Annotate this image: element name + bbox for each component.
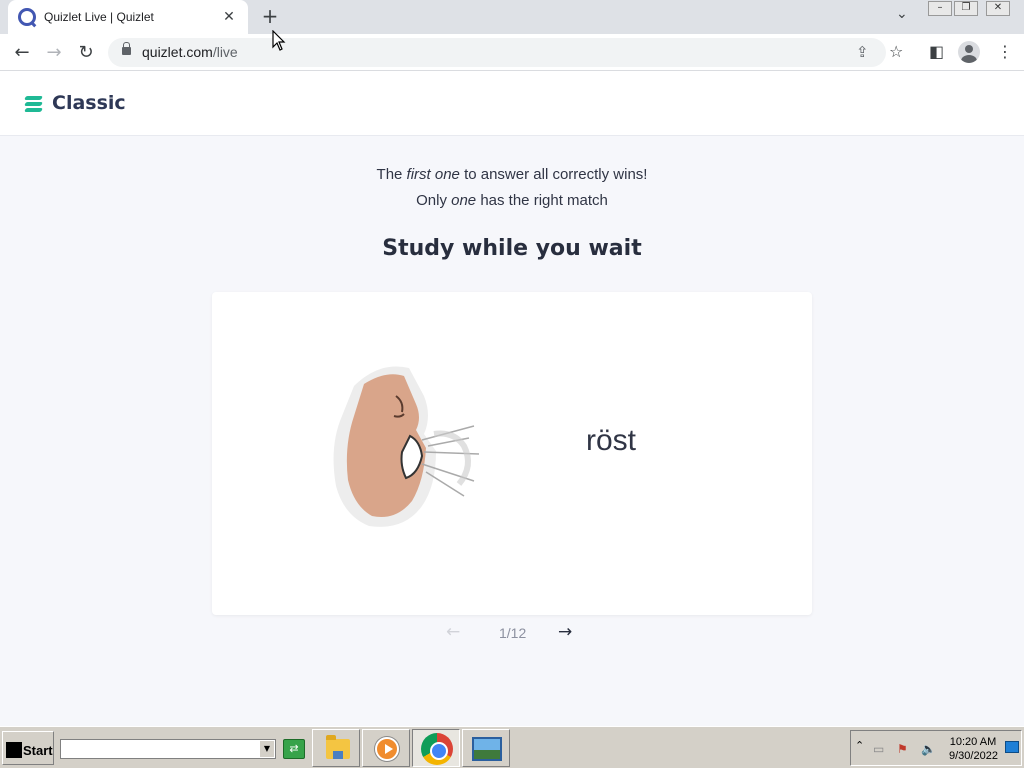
mouse-cursor-icon (272, 30, 286, 51)
tray-expand-icon[interactable]: ⌃ (855, 739, 864, 752)
flashcard-term: röst (586, 424, 637, 457)
instruction-line-2: Only one has the right match (0, 188, 1024, 214)
instruction-text: to answer all correctly wins! (459, 166, 648, 183)
window-minimize-button[interactable]: – (928, 1, 952, 16)
previous-card-arrow-icon[interactable]: ← (446, 622, 460, 642)
tab-search-chevron-icon[interactable]: ⌄ (896, 6, 908, 22)
lock-icon[interactable] (122, 42, 131, 55)
game-mode-title: Classic (52, 92, 126, 114)
bookmark-star-icon[interactable]: ☆ (889, 42, 903, 61)
show-desktop-icon[interactable] (1005, 741, 1019, 753)
quizlet-favicon-icon (18, 8, 36, 26)
start-label: Start (23, 743, 53, 758)
study-heading: Study while you wait (382, 236, 642, 261)
browser-menu-icon[interactable]: ⋮ (997, 42, 1013, 61)
tab-title: Quizlet Live | Quizlet (44, 10, 154, 24)
next-card-arrow-icon[interactable]: → (558, 622, 572, 642)
site-header: Classic (0, 71, 1024, 136)
window-restore-button[interactable]: ❐ (954, 1, 978, 16)
instruction-emphasis: one (451, 192, 477, 209)
card-counter: 1/12 (499, 625, 527, 641)
clock[interactable]: 10:20 AM 9/30/2022 (949, 735, 998, 763)
game-instructions: The first one to answer all correctly wi… (0, 162, 1024, 214)
clock-time: 10:20 AM (949, 736, 997, 748)
chrome-taskbar-button[interactable] (412, 729, 460, 767)
browser-toolbar: ← → ↻ quizlet.com/live ⇪ ☆ ◧ ⋮ (0, 34, 1024, 71)
folder-icon (326, 735, 350, 759)
start-button[interactable]: Start (2, 731, 54, 765)
url-path: /live (212, 44, 238, 60)
window-close-button[interactable]: ✕ (986, 1, 1010, 16)
system-tray: ⌃ ▭ ⚑ 🔈 10:20 AM 9/30/2022 (850, 730, 1022, 766)
address-bar[interactable]: quizlet.com/live ⇪ (108, 38, 886, 67)
url-text[interactable]: quizlet.com/live (142, 44, 238, 60)
windows-taskbar: Start ▼ ⇄ ⌃ ▭ ⚑ 🔈 10:20 AM 9/30/2022 (0, 726, 1024, 768)
clock-date: 9/30/2022 (949, 750, 998, 762)
instruction-line-1: The first one to answer all correctly wi… (0, 162, 1024, 188)
profile-avatar-icon[interactable] (958, 41, 980, 63)
instruction-emphasis: first one (406, 166, 460, 183)
forward-arrow-icon[interactable]: → (41, 40, 67, 66)
media-player-icon (375, 737, 399, 761)
photo-viewer-icon (472, 737, 502, 761)
chrome-icon (421, 733, 453, 765)
file-explorer-taskbar-button[interactable] (312, 729, 360, 767)
quizlet-live-logo-icon (24, 95, 43, 113)
flashcard-pager: ← 1/12 → (0, 622, 1024, 644)
url-host: quizlet.com (142, 44, 213, 60)
browser-tabstrip: Quizlet Live | Quizlet ✕ + ⌄ – ❐ ✕ (0, 0, 1024, 34)
side-panel-icon[interactable]: ◧ (929, 42, 944, 61)
windows-flag-icon (6, 742, 22, 758)
security-alert-icon[interactable]: ⚑ (897, 742, 908, 756)
instruction-text: The (376, 166, 407, 183)
instruction-text: has the right match (476, 192, 608, 209)
tab-close-icon[interactable]: ✕ (220, 9, 238, 25)
flashcard-image (333, 366, 480, 527)
browser-tab[interactable]: Quizlet Live | Quizlet ✕ (8, 0, 248, 34)
new-tab-button[interactable]: + (258, 4, 282, 28)
volume-icon[interactable]: 🔈 (921, 742, 936, 756)
reload-icon[interactable]: ↻ (73, 40, 99, 66)
photo-viewer-taskbar-button[interactable] (462, 729, 510, 767)
network-icon[interactable]: ▭ (873, 742, 884, 756)
share-icon[interactable]: ⇪ (856, 43, 869, 61)
flashcard[interactable]: röst (212, 292, 812, 615)
instruction-text: Only (416, 192, 452, 209)
media-player-taskbar-button[interactable] (362, 729, 410, 767)
back-arrow-icon[interactable]: ← (9, 40, 35, 66)
dropdown-arrow-icon[interactable]: ▼ (260, 741, 274, 757)
go-button-icon[interactable]: ⇄ (283, 739, 305, 759)
taskbar-address-input[interactable]: ▼ (60, 739, 276, 759)
